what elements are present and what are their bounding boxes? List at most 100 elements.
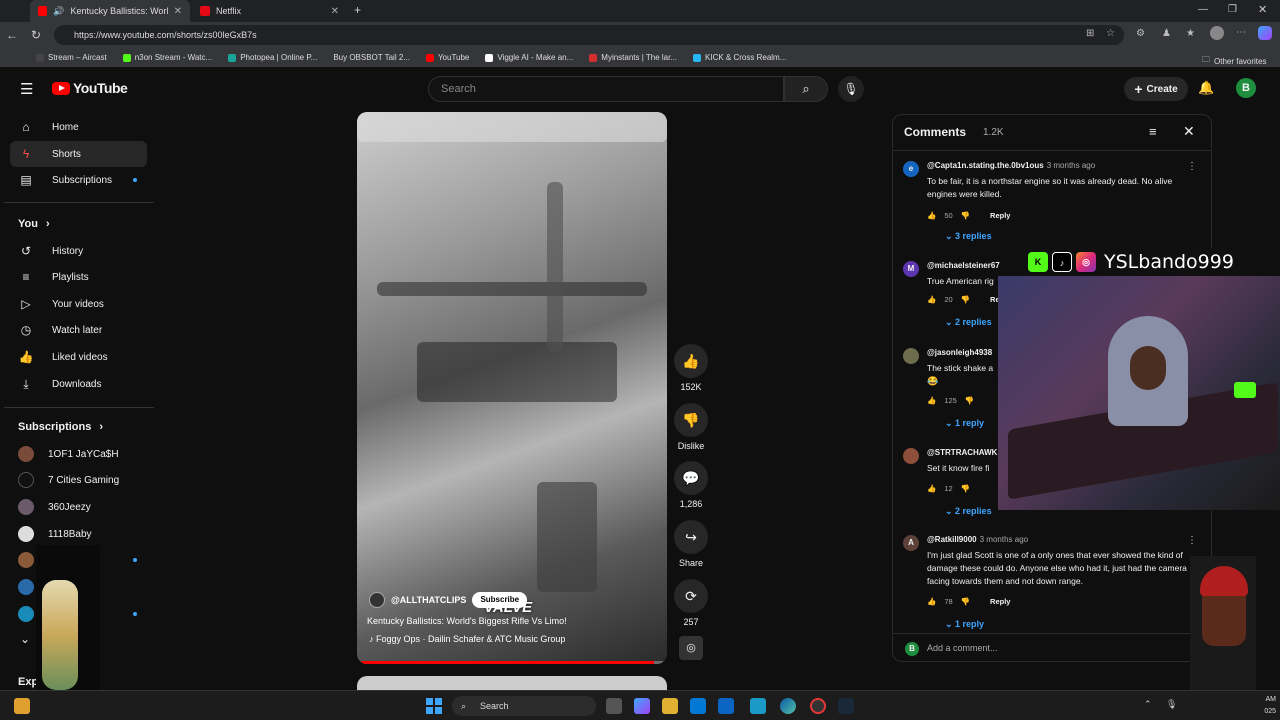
thumbs-up-icon[interactable]: 👍 (927, 597, 936, 606)
sidebar-item-your-videos[interactable]: ▷ Your videos (10, 291, 147, 317)
taskbar-clock[interactable]: AM 025 (1252, 694, 1276, 718)
sidebar-item-subscriptions[interactable]: ▤ Subscriptions (10, 167, 147, 193)
short-video-player[interactable]: VALVE @ALLTHATCLIPS Subscribe Kentucky B… (357, 112, 667, 664)
bookmark-myinstants[interactable]: Myinstants | The lar... (589, 53, 677, 62)
edge-icon[interactable] (780, 698, 796, 714)
apps-icon[interactable]: ⊞ (1086, 28, 1094, 39)
sidebar-sub-7-cities-gaming[interactable]: 7 Cities Gaming (10, 467, 147, 493)
thumbs-down-icon[interactable]: 👎 (961, 597, 970, 606)
short-title[interactable]: Kentucky Ballistics: World's Biggest Rif… (367, 616, 567, 626)
comment-author[interactable]: @Capta1n.stating.the.0bv1ous 3 months ago (927, 161, 1095, 170)
commenter-avatar[interactable]: M (903, 261, 919, 277)
comment-author[interactable]: @michaelsteiner67 (927, 261, 1000, 270)
add-comment-input[interactable]: Add a comment... (927, 643, 998, 653)
reply-button[interactable]: Reply (990, 597, 1010, 606)
remix-button[interactable]: ⟳ 257 (672, 579, 710, 627)
comments-button[interactable]: 💬 1,286 (672, 461, 710, 509)
obs-icon[interactable] (810, 698, 826, 714)
sidebar-item-downloads[interactable]: ⤓ Downloads (10, 371, 147, 397)
tab-netflix[interactable]: Netflix ✕ (192, 0, 347, 22)
reply-button[interactable]: Reply (990, 211, 1010, 220)
file-explorer-icon[interactable] (662, 698, 678, 714)
channel-avatar[interactable] (369, 592, 385, 608)
other-favorites[interactable]: 🗀 Other favorites (1202, 54, 1266, 68)
thumbs-up-icon[interactable]: 👍 (927, 295, 936, 304)
close-tab-icon[interactable]: ✕ (331, 6, 339, 17)
video-progress-bar[interactable] (361, 661, 663, 664)
subscribe-button[interactable]: Subscribe (472, 592, 528, 608)
tray-mic-icon[interactable]: 🎙 (1166, 699, 1177, 710)
steam-icon[interactable] (838, 698, 854, 714)
bookmark-aircast[interactable]: Stream – Aircast (36, 53, 107, 62)
search-button[interactable]: ⌕ (784, 76, 828, 102)
refresh-icon[interactable]: ↻ (24, 28, 48, 42)
close-icon[interactable]: ✕ (1183, 123, 1195, 140)
thumbs-down-icon[interactable]: 👎 (961, 484, 970, 493)
bookmark-viggle[interactable]: Viggle AI - Make an... (485, 53, 573, 62)
music-credit[interactable]: ♪ Foggy Ops · Dailin Schafer & ATC Music… (369, 634, 565, 644)
thumbs-down-icon[interactable]: 👎 (961, 211, 970, 220)
share-button[interactable]: ↪ Share (672, 520, 710, 568)
sidebar-sub-360jeezy[interactable]: 360Jeezy (10, 494, 147, 520)
sidebar-item-history[interactable]: ↺ History (10, 238, 147, 264)
commenter-avatar[interactable]: A (903, 535, 919, 551)
bookmark-photopea[interactable]: Photopea | Online P... (228, 53, 317, 62)
dislike-button[interactable]: 👎 Dislike (672, 403, 710, 451)
view-replies-button[interactable]: ⌄ 2 replies (945, 506, 992, 517)
taskbar-search[interactable]: Search (452, 696, 596, 716)
thumbs-down-icon[interactable]: 👎 (961, 295, 970, 304)
sound-button[interactable]: ◎ (672, 636, 710, 664)
more-options-icon[interactable]: ⋮ (1187, 535, 1197, 546)
account-avatar[interactable]: B (1236, 78, 1256, 98)
like-button[interactable]: 👍 152K (672, 344, 710, 392)
more-options-icon[interactable]: ⋮ (1187, 161, 1197, 172)
view-replies-button[interactable]: ⌄ 3 replies (945, 231, 992, 242)
sidebar-sub-1118baby[interactable]: 1118Baby (10, 521, 147, 547)
extension-icon[interactable]: ♟ (1162, 28, 1171, 39)
profile-icon[interactable] (1210, 26, 1224, 40)
tab-kentucky-ballistics[interactable]: 🔊 Kentucky Ballistics: World's B ✕ (30, 0, 190, 22)
sidebar-item-liked-videos[interactable]: 👍 Liked videos (10, 344, 147, 370)
view-replies-button[interactable]: ⌄ 2 replies (945, 317, 992, 328)
sidebar-item-playlists[interactable]: ≡ Playlists (10, 264, 147, 290)
voice-search-button[interactable]: 🎙 (838, 76, 864, 102)
thumbs-down-icon[interactable]: 👎 (965, 396, 974, 405)
menu-icon[interactable]: ☰ (20, 80, 33, 98)
back-icon[interactable]: ← (0, 28, 24, 42)
sidebar-item-watch-later[interactable]: ◷ Watch later (10, 317, 147, 343)
maximize-icon[interactable]: ❐ (1228, 4, 1237, 15)
url-field[interactable]: https://www.youtube.com/shorts/zs00leGxB… (54, 25, 1124, 45)
thumbs-up-icon[interactable]: 👍 (927, 484, 936, 493)
commenter-avatar[interactable] (903, 448, 919, 464)
close-window-icon[interactable]: ✕ (1258, 3, 1267, 16)
youtube-logo[interactable]: YouTube (52, 80, 128, 96)
bookmark-youtube[interactable]: YouTube (425, 53, 469, 62)
more-menu-icon[interactable]: ⋯ (1236, 27, 1246, 38)
tray-chevron-icon[interactable]: ⌃ (1144, 699, 1152, 710)
commenter-avatar[interactable] (903, 348, 919, 364)
speaker-icon[interactable]: 🔊 (53, 6, 64, 17)
view-replies-button[interactable]: ⌄ 1 reply (945, 619, 984, 630)
bookmark-obsbot[interactable]: Buy OBSBOT Tail 2... (333, 53, 410, 62)
bookmark-kick-cross[interactable]: KICK & Cross Realm... (693, 53, 786, 62)
comment-author[interactable]: @jasonleigh4938 (927, 348, 992, 357)
sidebar-item-home[interactable]: ⌂ Home (10, 114, 147, 140)
outlook-icon[interactable] (690, 698, 706, 714)
view-replies-button[interactable]: ⌄ 1 reply (945, 418, 984, 429)
you-section-title[interactable]: You › (18, 218, 50, 230)
copilot-icon[interactable] (634, 698, 650, 714)
task-view-icon[interactable] (606, 698, 622, 714)
sort-icon[interactable]: ≡ (1149, 124, 1157, 139)
search-input[interactable]: Search (428, 76, 784, 102)
extensions-icon[interactable]: ⚙ (1136, 28, 1145, 39)
windows-start-icon[interactable] (426, 698, 442, 714)
subscriptions-section-title[interactable]: Subscriptions › (18, 421, 103, 433)
collections-icon[interactable]: ★ (1186, 28, 1195, 39)
thumbs-up-icon[interactable]: 👍 (927, 211, 936, 220)
close-tab-icon[interactable]: ✕ (174, 6, 182, 17)
sidebar-item-shorts[interactable]: ϟ Shorts (10, 141, 147, 167)
comment-author[interactable]: @STRTRACHAWK (927, 448, 997, 457)
create-button[interactable]: + Create (1124, 77, 1188, 101)
new-tab-icon[interactable]: + (354, 3, 361, 17)
channel-name[interactable]: @ALLTHATCLIPS (391, 595, 466, 605)
